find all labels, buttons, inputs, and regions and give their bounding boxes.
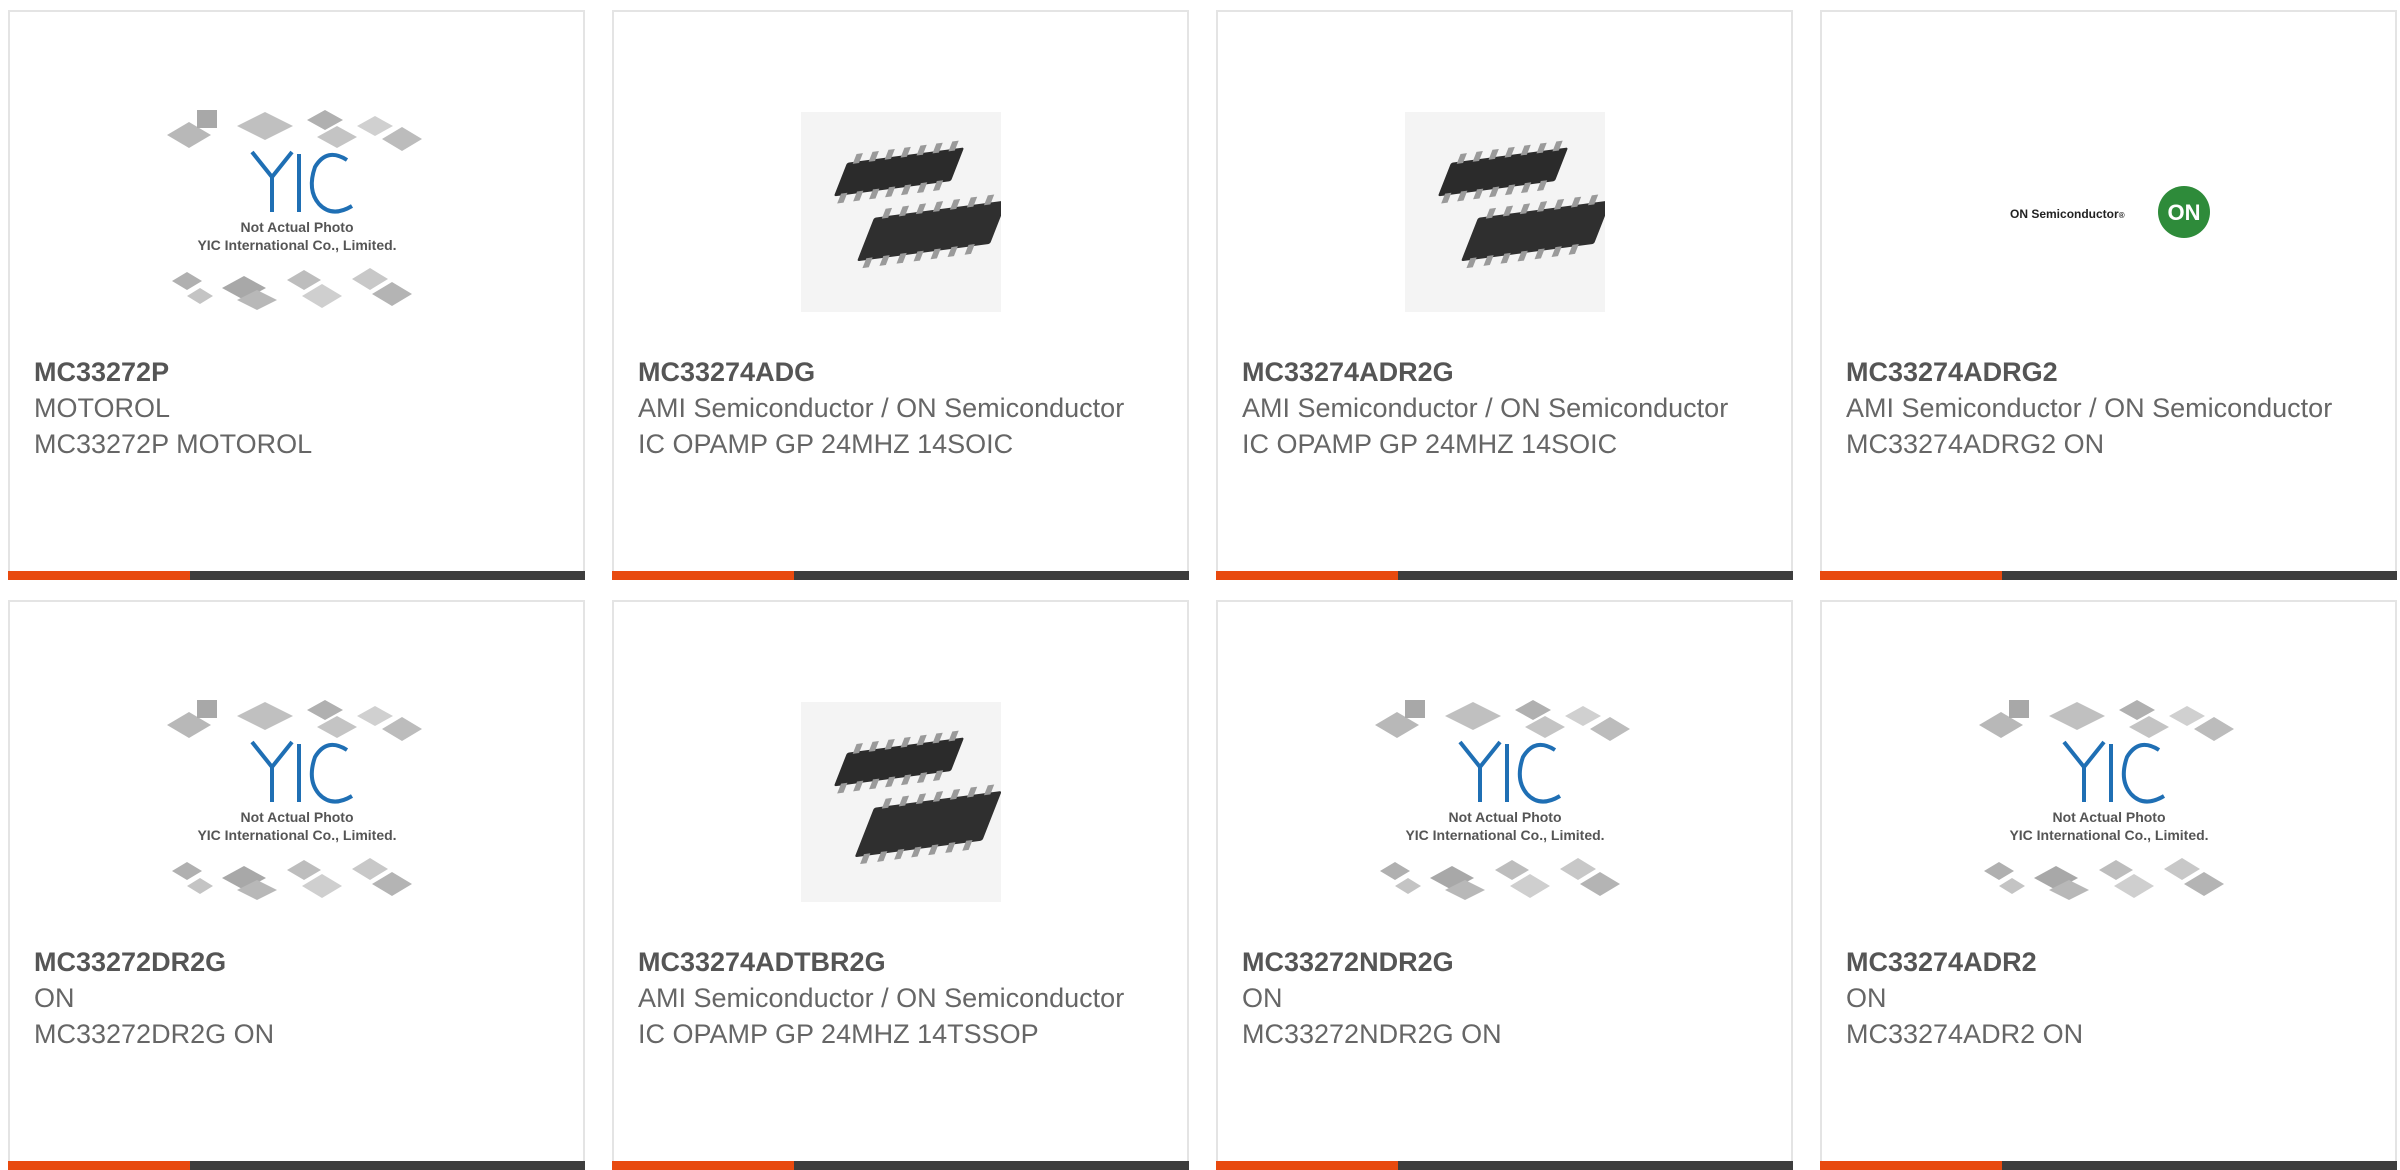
company-label: YIC International Co., Limited. <box>197 827 396 843</box>
manufacturer-label: MOTOROL <box>34 393 171 423</box>
manufacturer-label: AMI Semiconductor / ON Semiconductor <box>638 393 1125 423</box>
placeholder-image: Not Actual Photo YIC International Co., … <box>1978 700 2234 900</box>
manufacturer-label: ON <box>34 983 75 1013</box>
product-info: MC33272NDR2G ON MC33272NDR2G ON <box>1242 944 1771 1052</box>
soic-chip-icon <box>800 112 1001 312</box>
part-number-link[interactable]: MC33272DR2G <box>34 944 563 980</box>
card-bottom-bar <box>612 1161 1189 1170</box>
card-accent-bar <box>1820 571 2002 580</box>
product-card[interactable]: Not Actual Photo YIC International Co., … <box>1820 600 2397 1170</box>
product-info: MC33272P MOTOROL MC33272P MOTOROL <box>34 354 563 462</box>
description-label: MC33274ADRG2 ON <box>1846 429 2105 459</box>
manufacturer-label: AMI Semiconductor / ON Semiconductor <box>1242 393 1729 423</box>
product-card[interactable]: MC33274ADR2G AMI Semiconductor / ON Semic… <box>1216 10 1793 580</box>
product-card[interactable]: Not Actual Photo YIC International Co., … <box>8 600 585 1170</box>
product-info: MC33274ADG AMI Semiconductor / ON Semicon… <box>638 354 1167 462</box>
not-actual-photo-label: Not Actual Photo <box>240 219 353 235</box>
product-grid: Not Actual Photo YIC International Co., … <box>0 0 2400 1170</box>
svg-text:ON: ON <box>2167 200 2200 225</box>
card-accent-bar <box>1216 571 1398 580</box>
card-bottom-bar <box>8 571 585 580</box>
product-info: MC33274ADR2 ON MC33274ADR2 ON <box>1846 944 2375 1052</box>
card-bottom-bar <box>612 571 1189 580</box>
product-image[interactable]: Not Actual Photo YIC International Co., … <box>10 72 583 352</box>
placeholder-image: Not Actual Photo YIC International Co., … <box>1374 700 1630 900</box>
yic-logo-icon <box>2061 740 2165 804</box>
manufacturer-label: ON <box>1242 983 1283 1013</box>
description-label: MC33272DR2G ON <box>34 1019 275 1049</box>
part-number-link[interactable]: MC33274ADG <box>638 354 1167 390</box>
soic-chip-icon <box>1404 112 1605 312</box>
description-label: IC OPAMP GP 24MHZ 14SOIC <box>638 429 1014 459</box>
description-label: MC33274ADR2 ON <box>1846 1019 2084 1049</box>
product-image[interactable]: Not Actual Photo YIC International Co., … <box>10 662 583 942</box>
card-bottom-bar <box>1216 1161 1793 1170</box>
product-image[interactable]: ON Semiconductor® ON <box>1822 72 2395 352</box>
part-number-link[interactable]: MC33272P <box>34 354 563 390</box>
not-actual-photo-label: Not Actual Photo <box>1448 809 1561 825</box>
product-image[interactable] <box>614 72 1187 352</box>
company-label: YIC International Co., Limited. <box>1405 827 1604 843</box>
card-accent-bar <box>8 571 190 580</box>
product-card[interactable]: Not Actual Photo YIC International Co., … <box>8 10 585 580</box>
description-label: IC OPAMP GP 24MHZ 14SOIC <box>1242 429 1618 459</box>
card-accent-bar <box>1216 1161 1398 1170</box>
part-number-link[interactable]: MC33274ADR2G <box>1242 354 1771 390</box>
description-label: MC33272NDR2G ON <box>1242 1019 1502 1049</box>
product-image[interactable] <box>614 662 1187 942</box>
placeholder-image: Not Actual Photo YIC International Co., … <box>166 700 422 900</box>
card-bottom-bar <box>1820 571 2397 580</box>
product-info: MC33274ADTBR2G AMI Semiconductor / ON Sem… <box>638 944 1167 1052</box>
card-bottom-bar <box>1820 1161 2397 1170</box>
company-label: YIC International Co., Limited. <box>2009 827 2208 843</box>
yic-logo-icon <box>249 150 353 214</box>
product-info: MC33274ADR2G AMI Semiconductor / ON Semic… <box>1242 354 1771 462</box>
product-card[interactable]: Not Actual Photo YIC International Co., … <box>1216 600 1793 1170</box>
product-card[interactable]: MC33274ADTBR2G AMI Semiconductor / ON Sem… <box>612 600 1189 1170</box>
product-image[interactable]: Not Actual Photo YIC International Co., … <box>1822 662 2395 942</box>
card-accent-bar <box>8 1161 190 1170</box>
description-label: IC OPAMP GP 24MHZ 14TSSOP <box>638 1019 1039 1049</box>
product-card[interactable]: ON Semiconductor® ON MC33274ADRG2 AMI Sem… <box>1820 10 2397 580</box>
yic-logo-icon <box>249 740 353 804</box>
product-image[interactable]: Not Actual Photo YIC International Co., … <box>1218 662 1791 942</box>
description-label: MC33272P MOTOROL <box>34 429 313 459</box>
card-accent-bar <box>612 1161 794 1170</box>
card-accent-bar <box>1820 1161 2002 1170</box>
manufacturer-label: AMI Semiconductor / ON Semiconductor <box>638 983 1125 1013</box>
company-label: YIC International Co., Limited. <box>197 237 396 253</box>
product-info: MC33274ADRG2 AMI Semiconductor / ON Semic… <box>1846 354 2375 462</box>
svg-text:ON Semiconductor®: ON Semiconductor® <box>2010 207 2125 221</box>
product-card[interactable]: MC33274ADG AMI Semiconductor / ON Semicon… <box>612 10 1189 580</box>
not-actual-photo-label: Not Actual Photo <box>240 809 353 825</box>
placeholder-image: Not Actual Photo YIC International Co., … <box>166 110 422 310</box>
card-bottom-bar <box>8 1161 585 1170</box>
tssop-chip-icon <box>800 702 1001 902</box>
on-semiconductor-logo: ON Semiconductor® ON <box>2010 186 2210 238</box>
part-number-link[interactable]: MC33274ADTBR2G <box>638 944 1167 980</box>
card-bottom-bar <box>1216 571 1793 580</box>
card-accent-bar <box>612 571 794 580</box>
manufacturer-label: AMI Semiconductor / ON Semiconductor <box>1846 393 2333 423</box>
product-info: MC33272DR2G ON MC33272DR2G ON <box>34 944 563 1052</box>
part-number-link[interactable]: MC33272NDR2G <box>1242 944 1771 980</box>
manufacturer-label: ON <box>1846 983 1887 1013</box>
not-actual-photo-label: Not Actual Photo <box>2052 809 2165 825</box>
yic-logo-icon <box>1457 740 1561 804</box>
product-image[interactable] <box>1218 72 1791 352</box>
part-number-link[interactable]: MC33274ADR2 <box>1846 944 2375 980</box>
part-number-link[interactable]: MC33274ADRG2 <box>1846 354 2375 390</box>
